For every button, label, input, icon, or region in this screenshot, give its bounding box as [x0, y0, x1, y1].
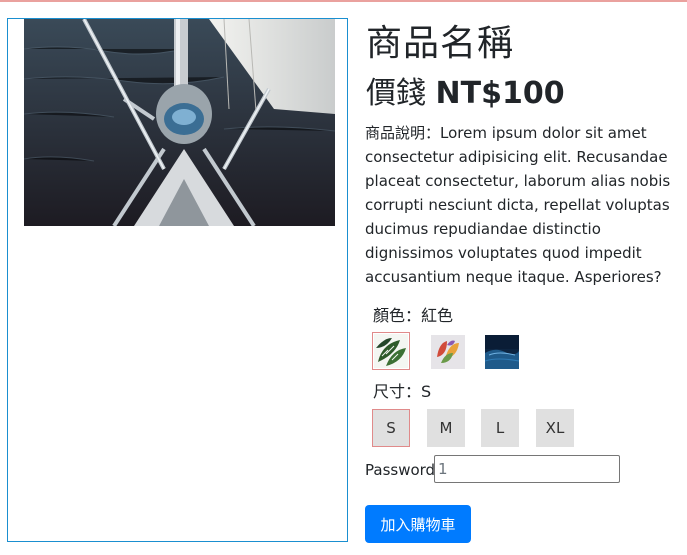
price-label: 價錢	[366, 76, 426, 111]
size-option-l[interactable]: L	[481, 409, 519, 447]
size-option-xl[interactable]: XL	[536, 409, 574, 447]
size-option-s[interactable]: S	[372, 409, 410, 447]
monstera-leaf-icon	[374, 334, 408, 368]
password-field[interactable]	[434, 455, 620, 483]
color-swatch-monstera[interactable]	[372, 332, 410, 370]
product-title: 商品名稱	[366, 23, 515, 64]
ocean-icon	[485, 335, 519, 369]
autumn-leaves-icon	[431, 335, 465, 369]
product-image-panel	[7, 18, 348, 542]
color-swatch-leaves[interactable]	[429, 333, 467, 371]
color-label: 顏色：紅色	[373, 306, 454, 325]
price-value: NT$100	[435, 76, 565, 111]
password-label: Password	[365, 461, 436, 479]
price-row: 價錢 NT$100	[366, 74, 565, 114]
size-option-m[interactable]: M	[427, 409, 465, 447]
product-photo	[24, 19, 335, 226]
size-label: 尺寸：S	[373, 382, 432, 401]
top-divider	[0, 0, 687, 2]
color-swatch-ocean[interactable]	[483, 333, 521, 371]
add-to-cart-button[interactable]: 加入購物車	[365, 505, 471, 543]
product-description: 商品說明：Lorem ipsum dolor sit amet consecte…	[365, 124, 671, 286]
